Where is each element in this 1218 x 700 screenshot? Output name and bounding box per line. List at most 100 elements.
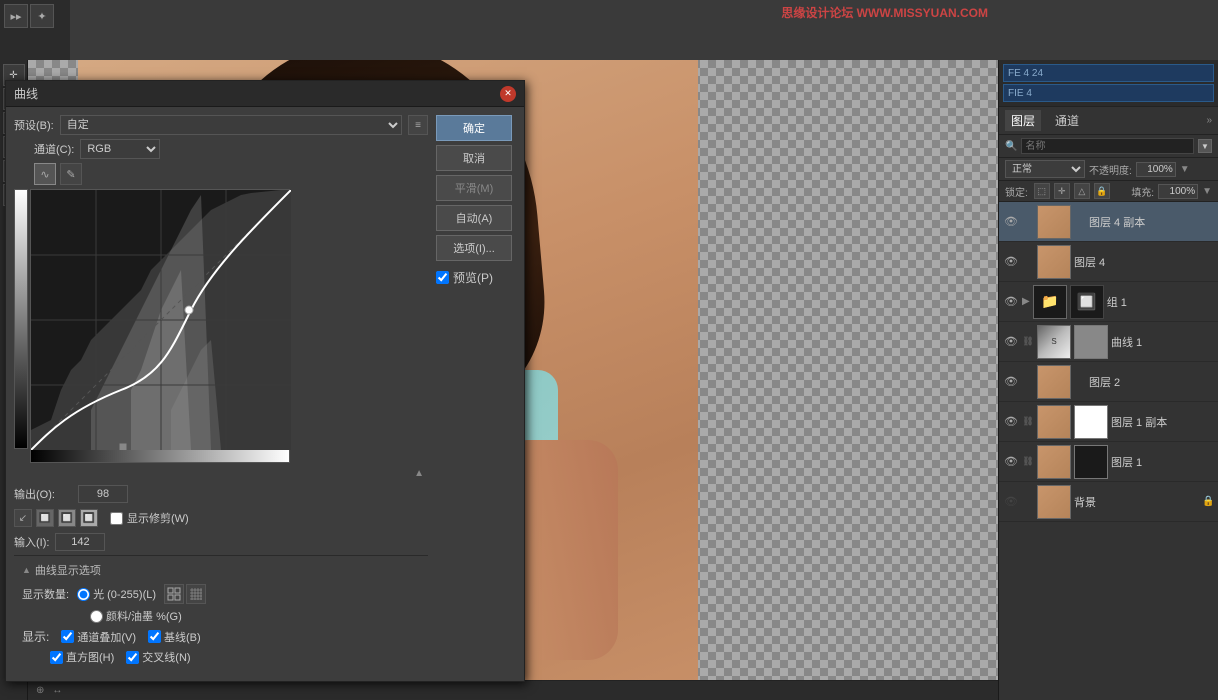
grid-style-icons bbox=[164, 584, 206, 604]
filter-dropdown-icon[interactable]: ▼ bbox=[1198, 139, 1212, 153]
channel-select[interactable]: RGB bbox=[80, 139, 160, 159]
layers-header: 图层 通道 » bbox=[999, 107, 1218, 135]
layer-row[interactable]: 👁 图层 4 bbox=[999, 242, 1218, 282]
show-checkboxes-row2: 直方图(H) 交叉线(N) bbox=[22, 649, 420, 665]
section-header[interactable]: ▲ 曲线显示选项 bbox=[22, 560, 420, 580]
eye-icon-3[interactable]: 👁 bbox=[1003, 334, 1019, 350]
intersection-input[interactable] bbox=[126, 651, 139, 664]
layer-row[interactable]: 👁 ▶ 📁 🔲 组 1 bbox=[999, 282, 1218, 322]
show-amount-label: 显示数量: bbox=[22, 586, 69, 602]
layer-thumb-4 bbox=[1037, 365, 1071, 399]
lock-all-btn[interactable]: 🔒 bbox=[1094, 183, 1110, 199]
intersection-check[interactable]: 交叉线(N) bbox=[126, 649, 190, 665]
baseline-check[interactable]: 基线(B) bbox=[148, 629, 201, 645]
show-clipping-checkbox[interactable]: 显示修剪(W) bbox=[110, 510, 189, 526]
lock-pixels-btn[interactable]: ⬚ bbox=[1034, 183, 1050, 199]
layer-name-2: 组 1 bbox=[1107, 294, 1214, 310]
eye-icon-6[interactable]: 👁 bbox=[1003, 454, 1019, 470]
pigment-radio[interactable]: 颜料/油墨 %(G) bbox=[90, 608, 182, 624]
eye-icon-7[interactable]: 👁 bbox=[1003, 494, 1019, 510]
sample-icon-2[interactable]: 🔲 bbox=[36, 509, 54, 527]
preset-select[interactable]: 自定 bbox=[60, 115, 402, 135]
show-clipping-check[interactable] bbox=[110, 512, 123, 525]
smooth-button[interactable]: 平滑(M) bbox=[436, 175, 512, 201]
ok-button[interactable]: 确定 bbox=[436, 115, 512, 141]
curve-tool-node[interactable]: ∿ bbox=[34, 163, 56, 185]
options-title: 曲线显示选项 bbox=[35, 562, 101, 578]
curve-tool-pencil[interactable]: ✎ bbox=[60, 163, 82, 185]
opacity-input[interactable] bbox=[1136, 162, 1176, 177]
chain-link-4 bbox=[1074, 374, 1086, 390]
panel-expand-icon[interactable]: » bbox=[1206, 115, 1212, 126]
layer-thumb-2: 📁 bbox=[1033, 285, 1067, 319]
tool-arrow[interactable]: ▸▸ bbox=[4, 4, 28, 28]
eye-icon-1[interactable]: 👁 bbox=[1003, 254, 1019, 270]
layer-row[interactable]: 👁 图层 4 副本 bbox=[999, 202, 1218, 242]
curves-dialog: 曲线 ✕ 预设(B): 自定 ≡ 通道(C): RGB bbox=[5, 80, 525, 682]
vertical-gradient-bar bbox=[14, 189, 28, 449]
pigment-radio-input[interactable] bbox=[90, 610, 103, 623]
canvas-footer-left: ↔ bbox=[52, 685, 62, 696]
layers-search-row: 🔍 ▼ bbox=[999, 135, 1218, 158]
layer-row[interactable]: 👁 ⛓ 图层 1 副本 bbox=[999, 402, 1218, 442]
display-options-content: 显示数量: 光 (0-255)(L) bbox=[22, 580, 420, 669]
input-row: ↙ 🔲 🔲 🔲 显示修剪(W) bbox=[14, 509, 428, 527]
chain-link-0 bbox=[1074, 214, 1086, 230]
show-label: 显示: bbox=[22, 628, 49, 645]
grid-4-btn[interactable] bbox=[164, 584, 184, 604]
eye-icon-4[interactable]: 👁 bbox=[1003, 374, 1019, 390]
pigment-row: 颜料/油墨 %(G) bbox=[22, 608, 420, 624]
tool-move[interactable]: ✦ bbox=[30, 4, 54, 28]
layer-row[interactable]: 👁 图层 2 bbox=[999, 362, 1218, 402]
histogram-check[interactable]: 直方图(H) bbox=[50, 649, 114, 665]
tab-layers[interactable]: 图层 bbox=[1005, 110, 1041, 131]
show-amount-row: 显示数量: 光 (0-255)(L) bbox=[22, 584, 420, 604]
histogram-input[interactable] bbox=[50, 651, 63, 664]
baseline-input[interactable] bbox=[148, 630, 161, 643]
eye-icon-0[interactable]: 👁 bbox=[1003, 214, 1019, 230]
layer-row[interactable]: 👁 ⛓ 图层 1 bbox=[999, 442, 1218, 482]
fill-input[interactable] bbox=[1158, 184, 1198, 199]
fill-arrow[interactable]: ▼ bbox=[1202, 186, 1212, 197]
layer-row[interactable]: 👁 ⛓ S 曲线 1 bbox=[999, 322, 1218, 362]
blend-mode-select[interactable]: 正常 bbox=[1005, 160, 1085, 178]
options-button[interactable]: 选项(I)... bbox=[436, 235, 512, 261]
eye-icon-5[interactable]: 👁 bbox=[1003, 414, 1019, 430]
preset-menu-btn[interactable]: ≡ bbox=[408, 115, 428, 135]
input-value-row: 输入(I): bbox=[14, 533, 428, 551]
sample-icon-4[interactable]: 🔲 bbox=[80, 509, 98, 527]
output-value-input[interactable] bbox=[78, 485, 128, 503]
lock-pos-btn[interactable]: ✛ bbox=[1054, 183, 1070, 199]
layer-name-5: 图层 1 副本 bbox=[1111, 414, 1214, 430]
input-label-text: 输入(I): bbox=[14, 534, 49, 550]
chain-icon-5: ⛓ bbox=[1022, 414, 1034, 430]
curve-canvas-wrapper[interactable] bbox=[30, 189, 290, 449]
tab-channels[interactable]: 通道 bbox=[1049, 110, 1085, 131]
layer-name-3: 曲线 1 bbox=[1111, 334, 1214, 350]
history-item-1[interactable]: FE 4 24 bbox=[1003, 64, 1214, 82]
preview-row: 预览(P) bbox=[436, 269, 516, 286]
light-radio-input[interactable] bbox=[77, 588, 90, 601]
lock-artboard-btn[interactable]: △ bbox=[1074, 183, 1090, 199]
group-arrow[interactable]: ▶ bbox=[1022, 296, 1030, 307]
show-clipping-label: 显示修剪(W) bbox=[127, 510, 189, 526]
input-value-input[interactable] bbox=[55, 533, 105, 551]
cancel-button[interactable]: 取消 bbox=[436, 145, 512, 171]
eye-icon-2[interactable]: 👁 bbox=[1003, 294, 1019, 310]
curve-tools-row: ∿ ✎ bbox=[14, 163, 428, 185]
channel-overlay-input[interactable] bbox=[61, 630, 74, 643]
auto-button[interactable]: 自动(A) bbox=[436, 205, 512, 231]
dialog-close-button[interactable]: ✕ bbox=[500, 86, 516, 102]
sample-icon-1[interactable]: ↙ bbox=[14, 509, 32, 527]
sample-icon-3[interactable]: 🔲 bbox=[58, 509, 76, 527]
dialog-titlebar: 曲线 ✕ bbox=[6, 81, 524, 107]
channel-overlay-check[interactable]: 通道叠加(V) bbox=[61, 629, 136, 645]
chain-icon-0 bbox=[1022, 214, 1034, 230]
opacity-arrow[interactable]: ▼ bbox=[1180, 164, 1190, 175]
layers-search-input[interactable] bbox=[1021, 138, 1194, 154]
preview-checkbox[interactable] bbox=[436, 271, 449, 284]
grid-16-btn[interactable] bbox=[186, 584, 206, 604]
history-item-2[interactable]: FIE 4 bbox=[1003, 84, 1214, 102]
layer-row[interactable]: 👁 背景 🔒 bbox=[999, 482, 1218, 522]
light-radio[interactable]: 光 (0-255)(L) bbox=[77, 586, 156, 602]
